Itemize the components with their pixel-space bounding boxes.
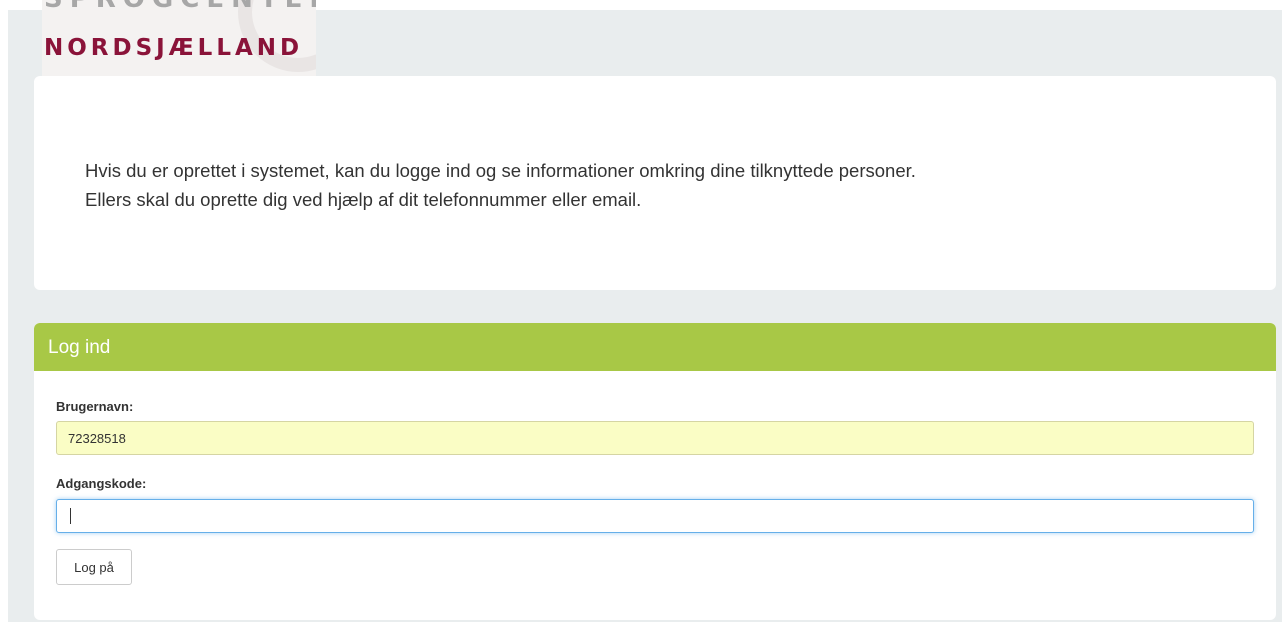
sprogcenter-logo: SPROGCENTER NORDSJÆLLAND — [42, 0, 316, 76]
text-caret — [70, 508, 71, 524]
logo-line-2: NORDSJÆLLAND — [44, 35, 304, 61]
username-label: Brugernavn: — [56, 399, 134, 414]
info-card: Hvis du er oprettet i systemet, kan du l… — [34, 76, 1276, 290]
password-label: Adgangskode: — [56, 476, 147, 491]
login-panel: Log ind Brugernavn: Adgangskode: Log på — [34, 323, 1276, 620]
logo-line-1: SPROGCENTER — [44, 0, 316, 12]
info-text-line-1: Hvis du er oprettet i systemet, kan du l… — [85, 160, 916, 181]
info-text-line-2: Ellers skal du oprette dig ved hjælp af … — [85, 189, 642, 210]
login-button[interactable]: Log på — [56, 549, 132, 585]
info-text: Hvis du er oprettet i systemet, kan du l… — [85, 156, 916, 214]
password-input[interactable] — [56, 499, 1254, 533]
username-input[interactable] — [56, 421, 1254, 455]
login-panel-header: Log ind — [34, 323, 1276, 371]
